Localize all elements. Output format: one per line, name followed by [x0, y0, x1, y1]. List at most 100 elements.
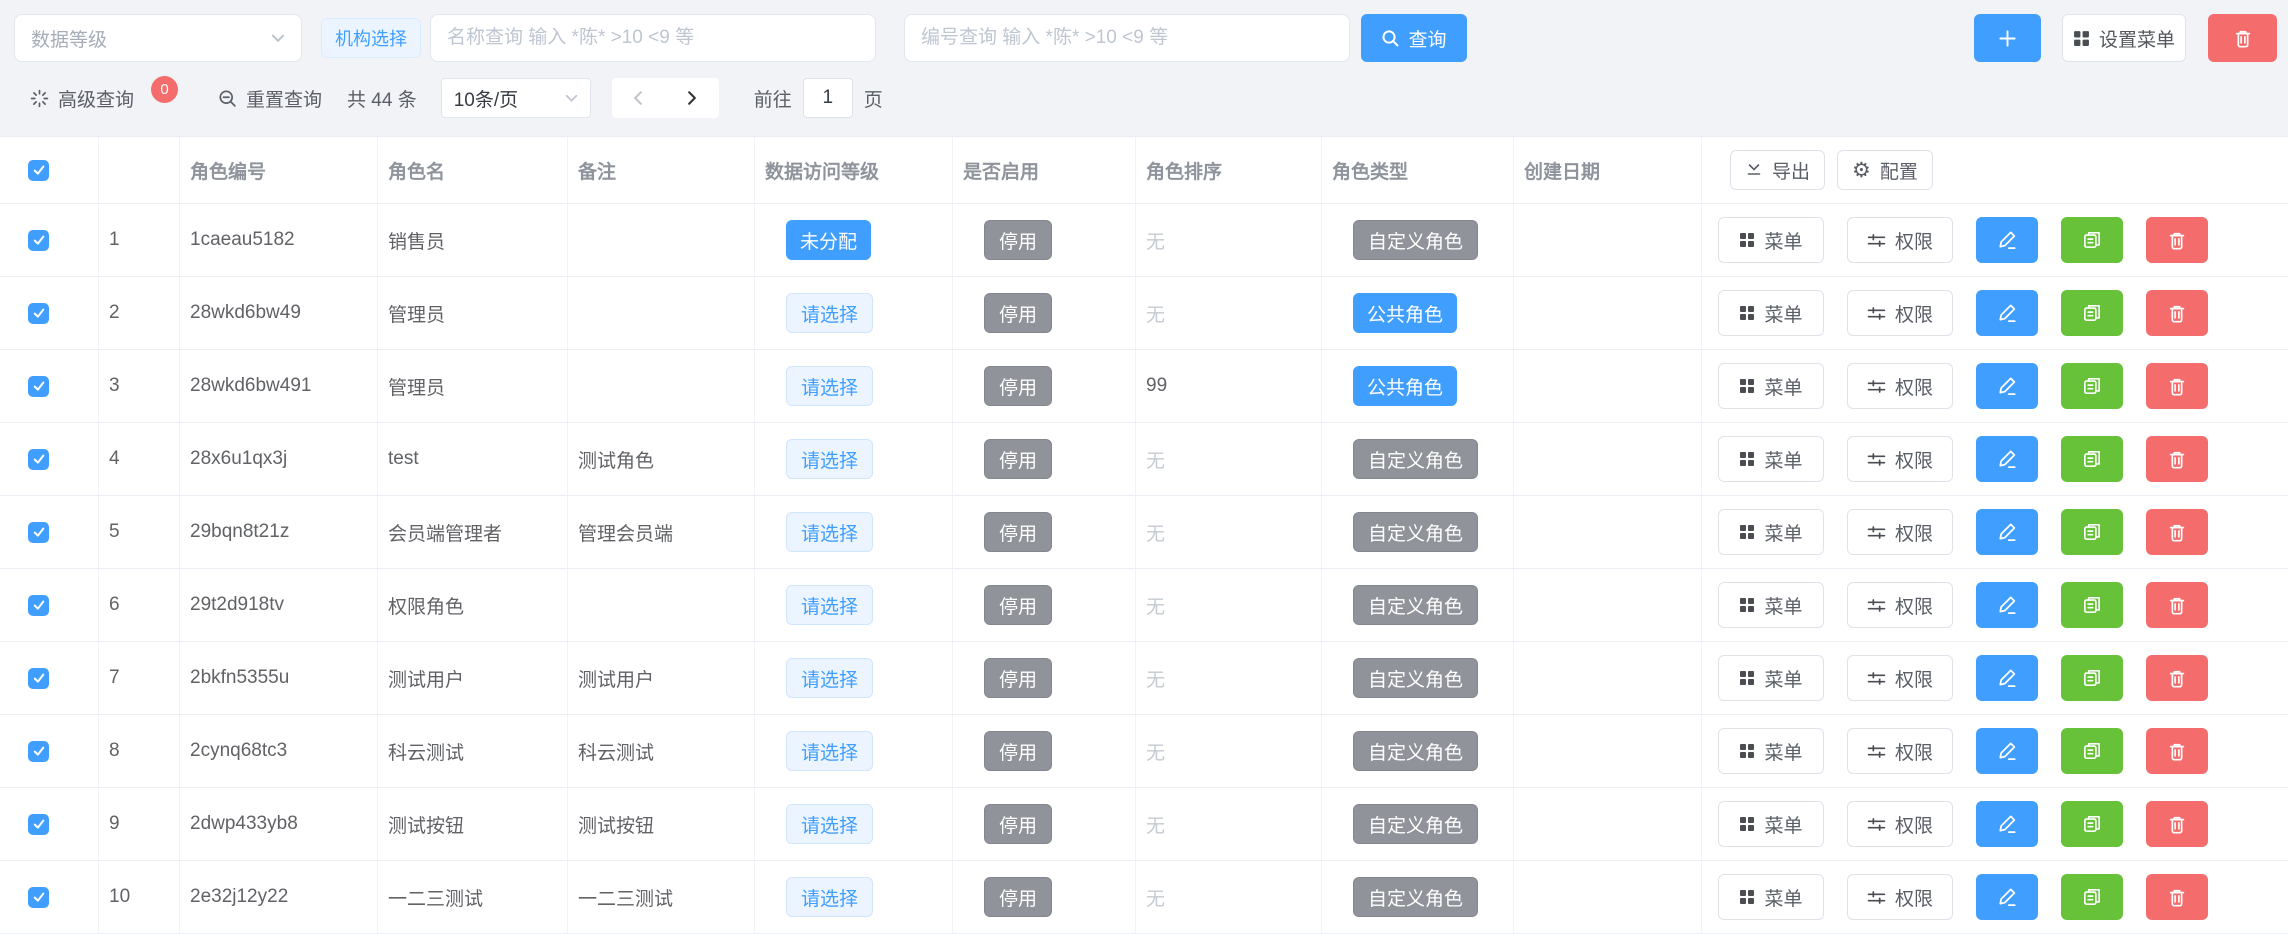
menu-button[interactable]: 菜单 [1718, 363, 1824, 409]
enabled-badge[interactable]: 停用 [984, 877, 1052, 917]
copy-button[interactable] [2061, 728, 2123, 774]
menu-button[interactable]: 菜单 [1718, 801, 1824, 847]
settings-menu-button[interactable]: 设置菜单 [2062, 14, 2186, 62]
page-size-select[interactable]: 10条/页 [441, 78, 591, 118]
permission-button[interactable]: 权限 [1847, 363, 1953, 409]
menu-button[interactable]: 菜单 [1718, 582, 1824, 628]
role-type-badge[interactable]: 自定义角色 [1353, 512, 1478, 552]
row-checkbox[interactable] [28, 814, 49, 835]
delete-button[interactable] [2146, 217, 2208, 263]
access-level-badge[interactable]: 请选择 [786, 877, 873, 917]
access-level-badge[interactable]: 未分配 [786, 220, 871, 260]
delete-button[interactable] [2146, 436, 2208, 482]
permission-button[interactable]: 权限 [1847, 801, 1953, 847]
row-checkbox[interactable] [28, 230, 49, 251]
access-level-badge[interactable]: 请选择 [786, 512, 873, 552]
name-query-input[interactable] [430, 14, 876, 62]
row-checkbox[interactable] [28, 741, 49, 762]
advanced-query-button[interactable]: 高级查询 0 [30, 85, 178, 112]
enabled-badge[interactable]: 停用 [984, 658, 1052, 698]
copy-button[interactable] [2061, 509, 2123, 555]
menu-button[interactable]: 菜单 [1718, 217, 1824, 263]
select-all-checkbox[interactable] [28, 160, 49, 181]
role-type-badge[interactable]: 自定义角色 [1353, 658, 1478, 698]
menu-button[interactable]: 菜单 [1718, 509, 1824, 555]
access-level-badge[interactable]: 请选择 [786, 658, 873, 698]
edit-button[interactable] [1976, 363, 2038, 409]
role-type-badge[interactable]: 自定义角色 [1353, 877, 1478, 917]
role-type-badge[interactable]: 自定义角色 [1353, 585, 1478, 625]
goto-page-input[interactable] [803, 78, 853, 118]
enabled-badge[interactable]: 停用 [984, 293, 1052, 333]
copy-button[interactable] [2061, 436, 2123, 482]
delete-button[interactable] [2146, 874, 2208, 920]
delete-button[interactable] [2146, 363, 2208, 409]
copy-button[interactable] [2061, 217, 2123, 263]
enabled-badge[interactable]: 停用 [984, 220, 1052, 260]
access-level-badge[interactable]: 请选择 [786, 731, 873, 771]
menu-button[interactable]: 菜单 [1718, 436, 1824, 482]
org-select-button[interactable]: 机构选择 [321, 18, 421, 58]
enabled-badge[interactable]: 停用 [984, 512, 1052, 552]
copy-button[interactable] [2061, 874, 2123, 920]
enabled-badge[interactable]: 停用 [984, 366, 1052, 406]
row-checkbox[interactable] [28, 668, 49, 689]
row-checkbox[interactable] [28, 522, 49, 543]
row-checkbox[interactable] [28, 887, 49, 908]
prev-page-button[interactable] [612, 78, 666, 118]
access-level-badge[interactable]: 请选择 [786, 585, 873, 625]
batch-delete-button[interactable] [2208, 14, 2277, 62]
copy-button[interactable] [2061, 801, 2123, 847]
edit-button[interactable] [1976, 217, 2038, 263]
enabled-badge[interactable]: 停用 [984, 439, 1052, 479]
edit-button[interactable] [1976, 801, 2038, 847]
edit-button[interactable] [1976, 874, 2038, 920]
access-level-badge[interactable]: 请选择 [786, 439, 873, 479]
delete-button[interactable] [2146, 582, 2208, 628]
permission-button[interactable]: 权限 [1847, 874, 1953, 920]
permission-button[interactable]: 权限 [1847, 509, 1953, 555]
permission-button[interactable]: 权限 [1847, 290, 1953, 336]
copy-button[interactable] [2061, 582, 2123, 628]
delete-button[interactable] [2146, 801, 2208, 847]
role-type-badge[interactable]: 自定义角色 [1353, 731, 1478, 771]
code-query-input[interactable] [904, 14, 1350, 62]
next-page-button[interactable] [665, 78, 719, 118]
access-level-badge[interactable]: 请选择 [786, 366, 873, 406]
reset-query-button[interactable]: 重置查询 [218, 85, 322, 112]
export-button[interactable]: 导出 [1730, 150, 1825, 190]
delete-button[interactable] [2146, 509, 2208, 555]
menu-button[interactable]: 菜单 [1718, 874, 1824, 920]
permission-button[interactable]: 权限 [1847, 728, 1953, 774]
row-checkbox[interactable] [28, 376, 49, 397]
search-button[interactable]: 查询 [1361, 14, 1467, 62]
delete-button[interactable] [2146, 655, 2208, 701]
edit-button[interactable] [1976, 728, 2038, 774]
row-checkbox[interactable] [28, 449, 49, 470]
data-level-select[interactable]: 数据等级 [14, 14, 302, 62]
permission-button[interactable]: 权限 [1847, 217, 1953, 263]
enabled-badge[interactable]: 停用 [984, 585, 1052, 625]
access-level-badge[interactable]: 请选择 [786, 293, 873, 333]
role-type-badge[interactable]: 公共角色 [1353, 366, 1457, 406]
menu-button[interactable]: 菜单 [1718, 290, 1824, 336]
copy-button[interactable] [2061, 290, 2123, 336]
role-type-badge[interactable]: 自定义角色 [1353, 220, 1478, 260]
edit-button[interactable] [1976, 290, 2038, 336]
copy-button[interactable] [2061, 363, 2123, 409]
delete-button[interactable] [2146, 728, 2208, 774]
enabled-badge[interactable]: 停用 [984, 731, 1052, 771]
edit-button[interactable] [1976, 655, 2038, 701]
menu-button[interactable]: 菜单 [1718, 655, 1824, 701]
edit-button[interactable] [1976, 436, 2038, 482]
permission-button[interactable]: 权限 [1847, 655, 1953, 701]
role-type-badge[interactable]: 公共角色 [1353, 293, 1457, 333]
add-button[interactable] [1974, 14, 2041, 62]
permission-button[interactable]: 权限 [1847, 582, 1953, 628]
config-button[interactable]: ⚙ 配置 [1837, 150, 1933, 190]
permission-button[interactable]: 权限 [1847, 436, 1953, 482]
menu-button[interactable]: 菜单 [1718, 728, 1824, 774]
role-type-badge[interactable]: 自定义角色 [1353, 804, 1478, 844]
row-checkbox[interactable] [28, 303, 49, 324]
copy-button[interactable] [2061, 655, 2123, 701]
